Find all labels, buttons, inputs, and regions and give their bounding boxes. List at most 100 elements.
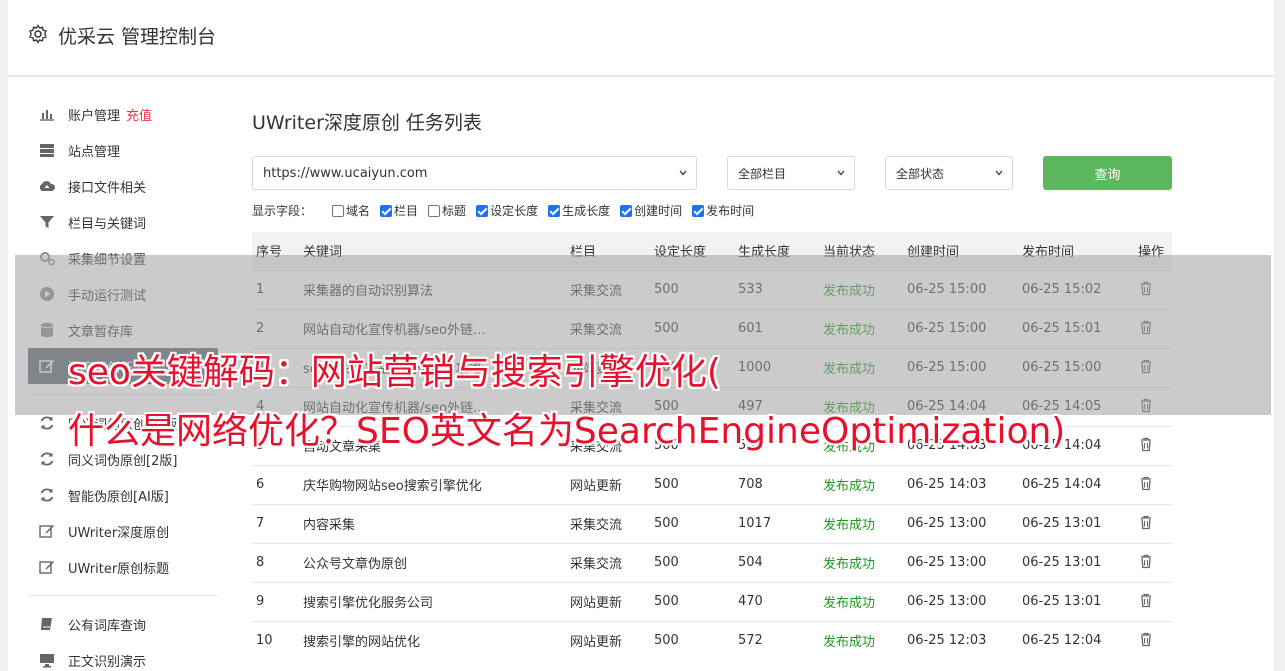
delete-button[interactable]: [1134, 503, 1172, 543]
table-cell: 网站更新: [566, 581, 650, 621]
field-checkbox[interactable]: 发布时间: [692, 202, 754, 219]
table-cell: 500: [650, 620, 734, 660]
sidebar-item-label: 正文识别演示: [68, 654, 147, 670]
table-cell: 公众号文章伪原创: [299, 542, 566, 582]
delete-button[interactable]: [1134, 464, 1172, 504]
table-cell: 庆华购物网站seo搜索引擎优化: [299, 464, 566, 504]
sidebar-item-4[interactable]: 栏目与关键词: [28, 204, 218, 240]
table-cell: 500: [650, 581, 734, 621]
field-checkbox-label: 标题: [442, 204, 467, 218]
checkbox-empty-icon: [428, 204, 441, 217]
field-checkbox-label: 创建时间: [634, 204, 683, 218]
delete-button[interactable]: [1134, 620, 1172, 660]
field-checkbox-label: 发布时间: [706, 204, 755, 218]
table-cell: 网站更新: [566, 620, 650, 660]
column-select[interactable]: 全部栏目: [727, 156, 855, 190]
sidebar-item-label: 智能伪原创[AI版]: [68, 489, 169, 505]
table-cell: 06-25 12:04: [1018, 620, 1134, 660]
table-cell: 9: [252, 581, 299, 621]
site-url-select[interactable]: https://www.ucaiyun.com: [252, 156, 697, 190]
table-cell: 504: [734, 542, 819, 582]
table-cell: 06-25 14:04: [1018, 464, 1134, 504]
checkbox-empty-icon: [332, 204, 345, 217]
site-url-value: https://www.ucaiyun.com: [263, 165, 428, 181]
bar-chart-icon: [38, 105, 56, 123]
monitor-icon: [38, 651, 56, 669]
query-button[interactable]: 查询: [1043, 156, 1172, 190]
checkbox-checked-icon: [692, 204, 705, 217]
sidebar-item-label: 站点管理: [68, 144, 121, 160]
table-cell: 采集交流: [566, 542, 650, 582]
table-cell: 06-25 13:01: [1018, 542, 1134, 582]
table-cell: 500: [650, 542, 734, 582]
sidebar-item-15[interactable]: 正文识别演示: [28, 642, 218, 671]
page-header-title: 优采云 管理控制台: [58, 26, 217, 48]
sidebar-item-12[interactable]: UWriter深度原创: [28, 513, 218, 549]
table-cell: 06-25 13:01: [1018, 581, 1134, 621]
sidebar-item-2[interactable]: 站点管理: [28, 132, 218, 168]
table-row: 7 内容采集 采集交流 500 1017 发布成功 06-25 13:00 06-25 13:…: [252, 503, 1172, 543]
sidebar-item-3[interactable]: 接口文件相关: [28, 168, 218, 204]
field-checkbox-label: 生成长度: [562, 204, 611, 218]
sidebar-item-label: UWriter原创标题: [68, 561, 170, 577]
table-cell: 10: [252, 620, 299, 660]
display-fields: 显示字段： 域名 栏目 标题 设定长度 生成长度 创建时间 发布时间: [252, 202, 764, 219]
gear-icon: [29, 24, 47, 44]
recharge-link[interactable]: 充值: [126, 105, 152, 124]
table-cell: 572: [734, 620, 819, 660]
edit-icon: [38, 522, 56, 540]
sidebar-item-13[interactable]: UWriter原创标题: [28, 549, 218, 585]
filter-icon: [38, 213, 56, 231]
field-checkbox[interactable]: 设定长度: [476, 202, 538, 219]
trash-icon: [1141, 437, 1151, 451]
table-cell: 06-25 12:03: [903, 620, 1018, 660]
field-checkbox-label: 设定长度: [490, 204, 539, 218]
field-checkbox[interactable]: 生成长度: [548, 202, 610, 219]
table-cell: 1017: [734, 503, 819, 543]
delete-button[interactable]: [1134, 542, 1172, 582]
trash-icon: [1141, 632, 1151, 646]
table-cell: 发布成功: [819, 581, 903, 621]
refresh-icon: [38, 486, 56, 504]
nav-divider: [28, 595, 218, 596]
chevron-down-icon: [837, 170, 845, 176]
headline-line-2: 什么是网络优化？SEO英文名为SearchEngineOptimization): [68, 411, 1066, 452]
refresh-icon: [38, 414, 56, 432]
table-cell: 06-25 13:01: [1018, 503, 1134, 543]
trash-icon: [1141, 476, 1151, 490]
delete-button[interactable]: [1134, 581, 1172, 621]
sidebar-item-1[interactable]: 账户管理 充值: [28, 96, 218, 132]
field-checkbox[interactable]: 标题: [428, 202, 466, 219]
sidebar-item-14[interactable]: 公有词库查询: [28, 606, 218, 642]
table-cell: 8: [252, 542, 299, 582]
table-cell: 发布成功: [819, 503, 903, 543]
table-row: 6 庆华购物网站seo搜索引擎优化 网站更新 500 708 发布成功 06-25 14:0…: [252, 464, 1172, 504]
table-cell: 06-25 13:00: [903, 542, 1018, 582]
field-checkbox-label: 域名: [346, 204, 371, 218]
sidebar-item-label: 接口文件相关: [68, 180, 147, 196]
trash-icon: [1141, 593, 1151, 607]
checkbox-checked-icon: [620, 204, 633, 217]
sidebar-item-label: 公有词库查询: [68, 618, 147, 634]
table-row: 10 搜索引擎的网站优化 网站更新 500 572 发布成功 06-25 12:03 06-2…: [252, 620, 1172, 660]
checkbox-checked-icon: [380, 204, 393, 217]
table-cell: 发布成功: [819, 542, 903, 582]
status-select[interactable]: 全部状态: [885, 156, 1013, 190]
refresh-icon: [38, 450, 56, 468]
sidebar-item-11[interactable]: 智能伪原创[AI版]: [28, 477, 218, 513]
table-cell: 06-25 13:00: [903, 503, 1018, 543]
field-checkbox[interactable]: 栏目: [380, 202, 418, 219]
table-cell: 500: [650, 503, 734, 543]
checkbox-checked-icon: [548, 204, 561, 217]
table-cell: 采集交流: [566, 503, 650, 543]
table-cell: 7: [252, 503, 299, 543]
table-row: 9 搜索引擎优化服务公司 网站更新 500 470 发布成功 06-25 13:00 06-2…: [252, 581, 1172, 621]
field-checkbox[interactable]: 域名: [332, 202, 370, 219]
delete-button[interactable]: [1134, 425, 1172, 465]
table-row: 8 公众号文章伪原创 采集交流 500 504 发布成功 06-25 13:00 06-25 …: [252, 542, 1172, 582]
checkbox-checked-icon: [476, 204, 489, 217]
table-cell: 06-25 14:03: [903, 464, 1018, 504]
page-title: UWriter深度原创 任务列表: [252, 112, 482, 134]
headline-line-1: seo关键解码：网站营销与搜索引擎优化(: [68, 352, 721, 393]
field-checkbox[interactable]: 创建时间: [620, 202, 682, 219]
